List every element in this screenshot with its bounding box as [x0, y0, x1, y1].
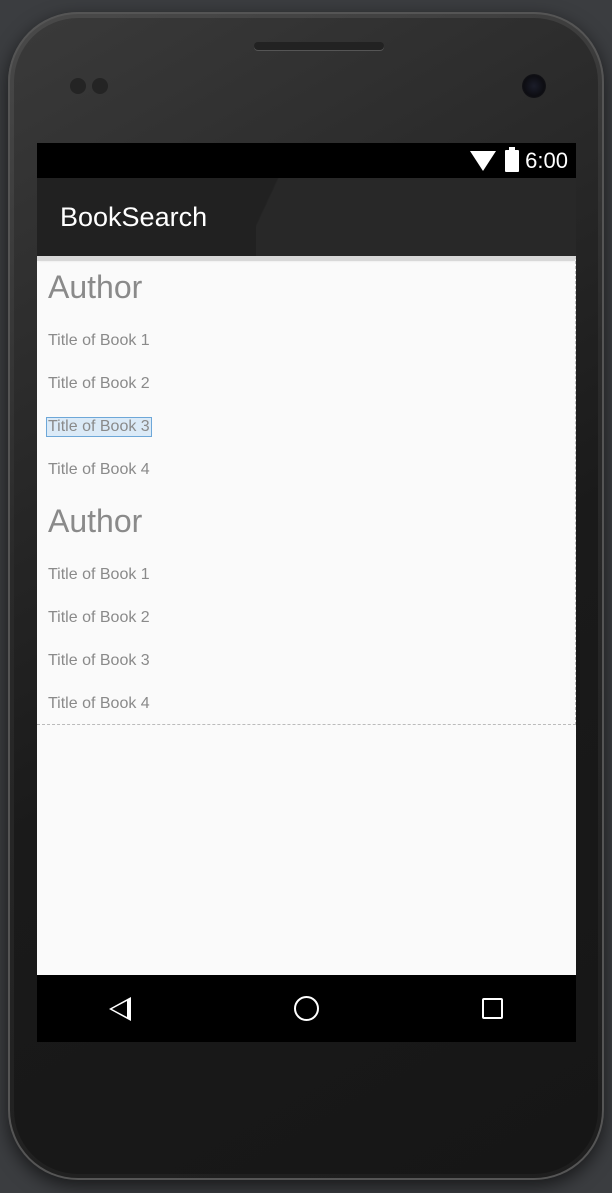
status-time: 6:00: [525, 148, 568, 173]
front-camera: [522, 74, 546, 98]
wifi-icon: [470, 151, 496, 171]
earpiece-speaker: [254, 42, 384, 50]
back-icon[interactable]: [109, 997, 131, 1021]
status-bar: 6:00: [37, 143, 576, 178]
book-list: Author Title of Book 1 Title of Book 2 T…: [37, 256, 576, 725]
book-title-item[interactable]: Title of Book 1: [48, 566, 150, 584]
device-screen: 6:00 BookSearch Author Title of Book 1 T…: [37, 143, 576, 1042]
front-sensor: [92, 78, 108, 94]
recent-apps-icon[interactable]: [482, 998, 503, 1019]
app-bar: BookSearch: [37, 178, 576, 256]
book-title-item[interactable]: Title of Book 1: [48, 332, 150, 350]
front-sensor: [70, 78, 86, 94]
book-title-item[interactable]: Title of Book 2: [48, 375, 150, 393]
author-heading: Author: [48, 269, 143, 305]
book-title-item[interactable]: Title of Book 4: [48, 461, 150, 479]
author-heading: Author: [48, 503, 143, 539]
home-icon[interactable]: [294, 996, 319, 1021]
book-title-item-selected[interactable]: Title of Book 3: [46, 417, 152, 437]
book-title-item[interactable]: Title of Book 2: [48, 609, 150, 627]
book-title-item[interactable]: Title of Book 4: [48, 695, 150, 713]
battery-icon: [505, 147, 519, 172]
book-title-item[interactable]: Title of Book 3: [48, 652, 150, 670]
app-title: BookSearch: [60, 202, 208, 232]
navigation-bar: [37, 975, 576, 1042]
